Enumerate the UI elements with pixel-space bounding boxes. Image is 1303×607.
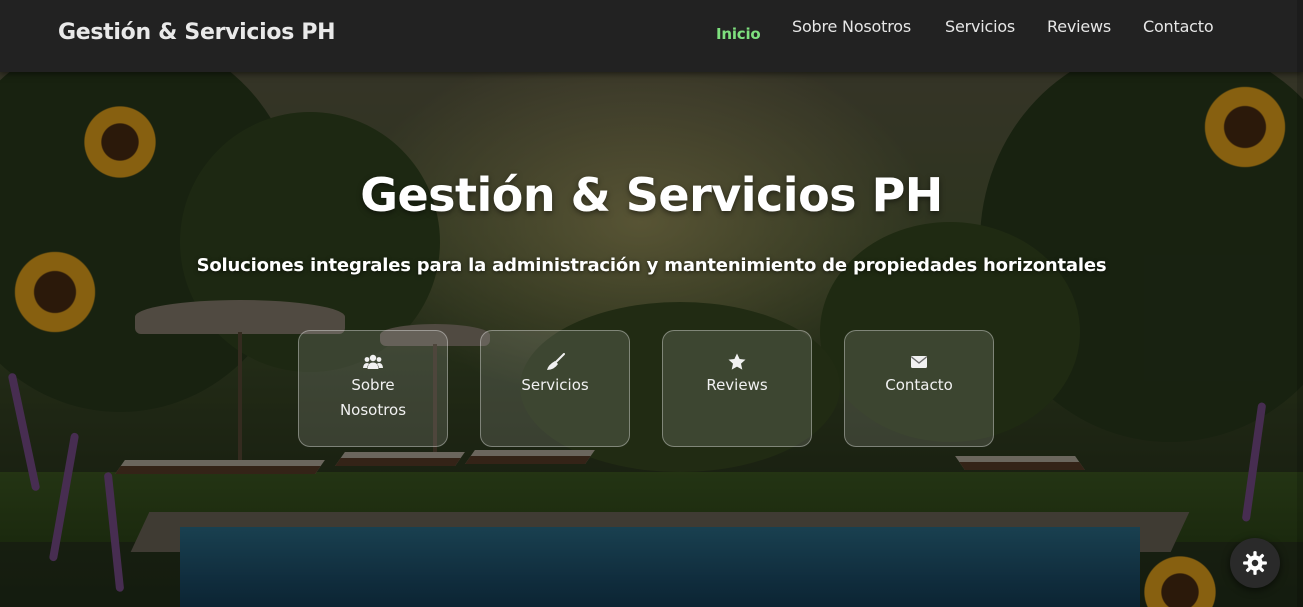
card-servicios[interactable]: Servicios <box>480 330 630 447</box>
card-reviews[interactable]: Reviews <box>662 330 812 447</box>
card-label: Reviews <box>706 376 768 394</box>
navbar: Gestión & Servicios PH Inicio Sobre Noso… <box>0 0 1303 72</box>
card-label: Sobre Nosotros <box>339 376 407 419</box>
card-label: Servicios <box>521 376 589 394</box>
nav-link-sobre-nosotros[interactable]: Sobre Nosotros <box>792 17 911 36</box>
nav-link-contacto[interactable]: Contacto <box>1143 17 1214 36</box>
hero-title: Gestión & Servicios PH <box>360 168 943 222</box>
card-contacto[interactable]: Contacto <box>844 330 994 447</box>
card-label: Contacto <box>885 376 953 394</box>
card-sobre-nosotros[interactable]: Sobre Nosotros <box>298 330 448 447</box>
nav-link-inicio[interactable]: Inicio <box>716 25 761 43</box>
gear-icon <box>1243 551 1267 575</box>
nav-link-reviews[interactable]: Reviews <box>1047 17 1111 36</box>
hero-overlay <box>0 72 1303 607</box>
hero-section: Gestión & Servicios PH Soluciones integr… <box>0 72 1303 607</box>
star-icon <box>728 353 746 370</box>
broom-icon <box>547 353 565 370</box>
scrollbar[interactable] <box>1297 0 1303 607</box>
envelope-icon <box>911 356 927 368</box>
brand-logo[interactable]: Gestión & Servicios PH <box>58 20 336 45</box>
settings-button[interactable] <box>1230 538 1280 588</box>
users-icon <box>363 354 383 369</box>
hero-subtitle: Soluciones integrales para la administra… <box>196 255 1107 276</box>
nav-link-servicios[interactable]: Servicios <box>945 17 1015 36</box>
